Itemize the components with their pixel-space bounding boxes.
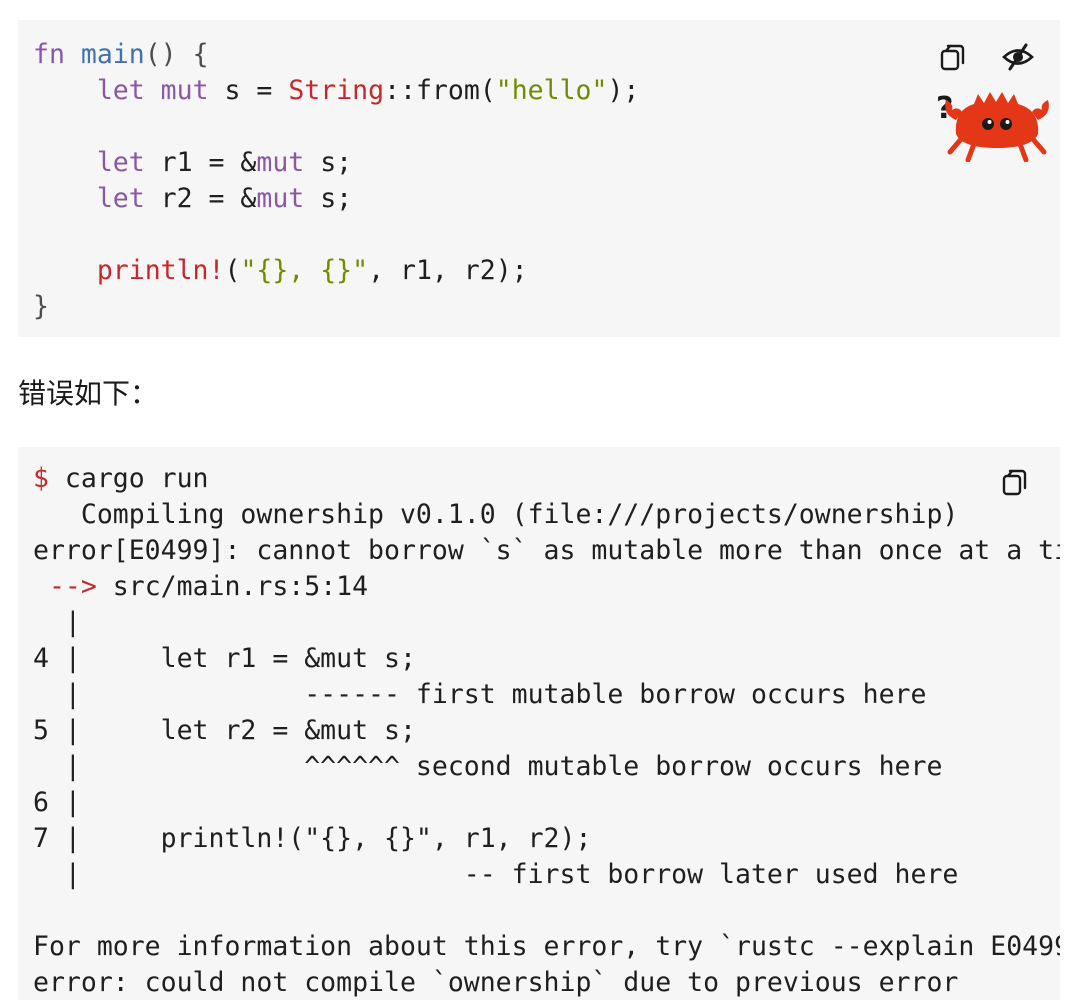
code-line: --> src/main.rs:5:14: [48, 571, 369, 602]
code-block-compiler-output: $ cargo run Compiling ownership v0.1.0 (…: [18, 447, 1060, 1000]
code-line: error: could not compile `ownership` due…: [33, 967, 959, 998]
code-line: | ^^^^^^ second mutable borrow occurs he…: [33, 751, 943, 782]
copy-icon[interactable]: [998, 463, 1034, 499]
terminal-output: $ cargo run Compiling ownership v0.1.0 (…: [18, 447, 1060, 1000]
code-line: | -- first borrow later used here: [33, 859, 959, 890]
code-line: let mut s = String::from("hello");: [96, 75, 640, 106]
code-line: 7 | println!("{}, {}", r1, r2);: [33, 823, 592, 854]
code-line: 5 | let r2 = &mut s;: [33, 715, 416, 746]
code-line: error[E0499]: cannot borrow `s` as mutab…: [33, 535, 1060, 566]
code-line: }: [33, 291, 49, 322]
code-line: fn main() {: [33, 39, 209, 70]
code-line: let r1 = &mut s;: [96, 147, 353, 178]
toggle-hidden-icon[interactable]: [998, 40, 1038, 74]
code-line: 4 | let r1 = &mut s;: [33, 643, 416, 674]
code-line: |: [33, 607, 81, 638]
ferris-does-not-compile-icon: ?: [934, 86, 1052, 163]
copy-icon[interactable]: [936, 38, 972, 74]
code-line: let r2 = &mut s;: [96, 183, 353, 214]
code-line: | ------ first mutable borrow occurs her…: [33, 679, 927, 710]
code-line: For more information about this error, t…: [33, 931, 1060, 962]
code-line: 6 |: [33, 787, 81, 818]
paragraph-text: 错误如下：: [18, 377, 159, 410]
code-listing: fn main() { let mut s = String::from("he…: [18, 20, 1060, 325]
code-line: println!("{}, {}", r1, r2);: [96, 255, 528, 286]
code-line: Compiling ownership v0.1.0 (file:///proj…: [33, 499, 959, 530]
code-block-example: fn main() { let mut s = String::from("he…: [18, 20, 1060, 337]
code-line: $ cargo run: [33, 463, 209, 494]
